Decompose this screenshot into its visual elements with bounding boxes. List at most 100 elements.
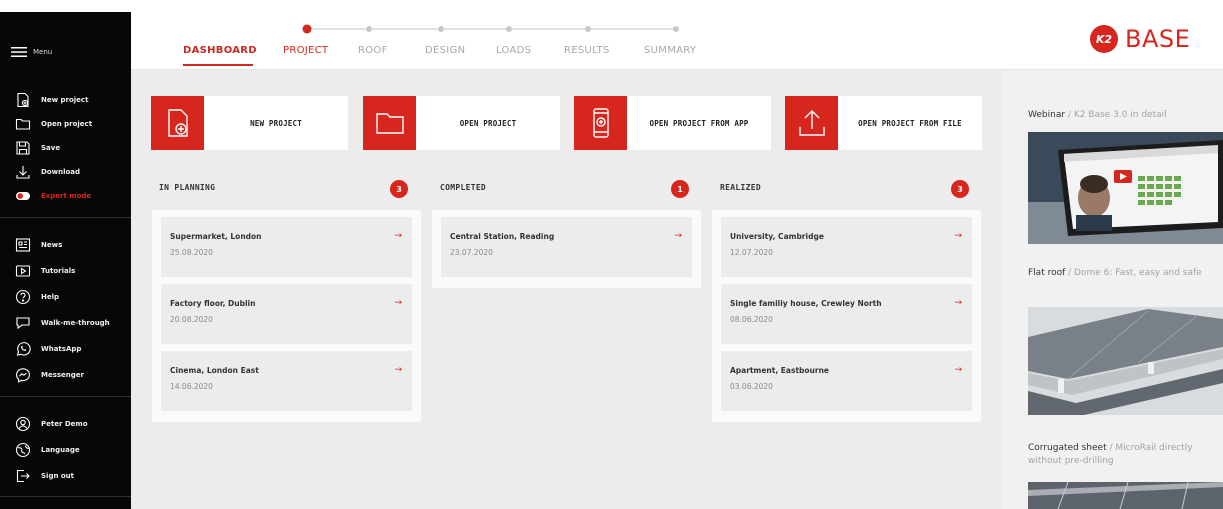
sidebar-item-expert-mode[interactable]: Expert mode — [15, 188, 91, 204]
arrow-right-icon: → — [954, 298, 962, 308]
project-name: Supermarket, London — [170, 232, 262, 241]
sidebar-item-user[interactable]: Peter Demo — [15, 416, 88, 432]
project-date: 20.08.2020 — [170, 315, 213, 324]
menu-label: Menu — [33, 48, 53, 56]
divider — [0, 396, 131, 397]
news-icon — [15, 238, 31, 252]
news-panel: Webinar / K2 Base 3.0 in detail Flat roo… — [1002, 70, 1223, 509]
sidebar-item-walk-me-through[interactable]: Walk-me-through — [15, 315, 110, 331]
corrugated-sheet-image — [1028, 482, 1223, 509]
sidebar-item-open-project[interactable]: Open project — [15, 116, 92, 132]
project-date: 14.06.2020 — [170, 382, 213, 391]
k2-logo-icon: K2 — [1090, 25, 1118, 53]
webinar-image — [1028, 132, 1223, 244]
project-date: 08.06.2020 — [730, 315, 773, 324]
action-label: OPEN PROJECT FROM APP — [649, 118, 749, 128]
user-icon — [15, 416, 31, 432]
column-completed: Central Station, Reading 23.07.2020 → — [432, 210, 701, 288]
sidebar-item-tutorials[interactable]: Tutorials — [15, 263, 75, 279]
news-subtitle: K2 Base 3.0 in detail — [1073, 110, 1167, 120]
sidebar-item-label: New project — [41, 96, 89, 104]
new-project-button[interactable]: NEW PROJECT — [151, 96, 348, 150]
project-date: 12.07.2020 — [730, 248, 773, 257]
news-item-flat-roof[interactable]: Flat roof / Dome 6: Fast, easy and safe — [1028, 267, 1202, 280]
tab-loads[interactable]: LOADS — [496, 45, 531, 56]
action-icon-box — [574, 96, 627, 150]
tab-dashboard[interactable]: DASHBOARD — [183, 45, 257, 56]
action-icon-box — [785, 96, 838, 150]
save-icon — [16, 141, 30, 155]
k2-base-logo[interactable]: K2 BASE — [1089, 24, 1190, 54]
sidebar-item-language[interactable]: Language — [15, 442, 80, 458]
project-date: 03.06.2020 — [730, 382, 773, 391]
news-item-corrugated-sheet[interactable]: Corrugated sheet / MicroRail directly wi… — [1028, 442, 1223, 468]
app: Menu New project Open project Save Downl… — [0, 0, 1223, 509]
column-realized: University, Cambridge 12.07.2020 → Singl… — [712, 210, 981, 422]
project-name: Apartment, Eastbourne — [730, 366, 830, 375]
help-icon — [15, 289, 31, 305]
sidebar-item-label: Open project — [41, 120, 93, 128]
sidebar-item-whatsapp[interactable]: WhatsApp — [15, 341, 81, 357]
project-card[interactable]: University, Cambridge 12.07.2020 → — [721, 217, 972, 277]
active-tab-indicator — [183, 64, 253, 66]
news-title: Webinar — [1028, 110, 1066, 120]
project-card[interactable]: Factory floor, Dublin 20.08.2020 → — [161, 284, 412, 344]
play-icon — [15, 265, 31, 277]
sidebar-item-label: Sign out — [41, 472, 75, 480]
arrow-right-icon: → — [394, 298, 402, 308]
news-item-webinar[interactable]: Webinar / K2 Base 3.0 in detail — [1028, 109, 1167, 122]
tab-summary[interactable]: SUMMARY — [644, 45, 696, 56]
sidebar-item-messenger[interactable]: Messenger — [15, 367, 84, 383]
sidebar-item-news[interactable]: News — [15, 237, 62, 253]
tab-results[interactable]: RESULTS — [564, 45, 610, 56]
tab-project[interactable]: PROJECT — [283, 45, 328, 56]
action-label: OPEN PROJECT FROM FILE — [858, 118, 962, 128]
sidebar-item-label: News — [41, 241, 63, 249]
sidebar-item-help[interactable]: Help — [15, 289, 59, 305]
sidebar-item-label: Expert mode — [41, 192, 92, 200]
sidebar-item-label: Language — [41, 446, 80, 454]
project-card[interactable]: Apartment, Eastbourne 03.06.2020 → — [721, 351, 972, 411]
project-card[interactable]: Central Station, Reading 23.07.2020 → — [441, 217, 692, 277]
count-badge: 3 — [951, 180, 969, 198]
step-dot-loads — [506, 26, 512, 32]
top-navigation: DASHBOARD PROJECT ROOF DESIGN LOADS RESU… — [131, 0, 1223, 70]
arrow-right-icon: → — [394, 231, 402, 241]
project-name: Factory floor, Dublin — [170, 299, 256, 308]
webinar-thumbnail[interactable] — [1028, 132, 1223, 244]
sidebar-item-save[interactable]: Save — [15, 140, 60, 156]
menu-button[interactable]: Menu — [11, 46, 52, 58]
open-project-from-file-button[interactable]: OPEN PROJECT FROM FILE — [785, 96, 982, 150]
whatsapp-icon — [16, 342, 31, 356]
news-subtitle: Dome 6: Fast, easy and safe — [1074, 268, 1202, 278]
sidebar-item-label: Walk-me-through — [41, 319, 110, 327]
sidebar-item-download[interactable]: Download — [15, 164, 80, 180]
tab-design[interactable]: DESIGN — [425, 45, 465, 56]
sidebar-item-sign-out[interactable]: Sign out — [15, 468, 74, 484]
project-card[interactable]: Supermarket, London 25.08.2020 → — [161, 217, 412, 277]
open-project-from-app-button[interactable]: OPEN PROJECT FROM APP — [574, 96, 771, 150]
sidebar-item-new-project[interactable]: New project — [15, 92, 88, 108]
tab-roof[interactable]: ROOF — [358, 45, 388, 56]
corrugated-sheet-thumbnail[interactable] — [1028, 482, 1223, 509]
action-icon-box — [363, 96, 416, 150]
flat-roof-thumbnail[interactable] — [1028, 307, 1223, 415]
project-card[interactable]: Cinema, London East 14.06.2020 → — [161, 351, 412, 411]
messenger-icon — [16, 368, 30, 383]
hamburger-icon — [11, 47, 27, 57]
logo-text: BASE — [1125, 25, 1191, 53]
globe-icon — [15, 442, 31, 458]
count-badge: 3 — [390, 180, 408, 198]
step-dot-project — [302, 24, 312, 34]
action-icon-box — [151, 96, 204, 150]
news-title: Flat roof — [1028, 268, 1066, 278]
news-title: Corrugated sheet — [1028, 443, 1107, 453]
toggle-icon — [16, 192, 30, 200]
project-card[interactable]: Single familiy house, Crewley North 08.0… — [721, 284, 972, 344]
column-in-planning: Supermarket, London 25.08.2020 → Factory… — [152, 210, 421, 422]
news-separator: / — [1065, 268, 1075, 278]
open-project-button[interactable]: OPEN PROJECT — [363, 96, 560, 150]
sidebar-item-label: Download — [41, 168, 81, 176]
project-name: Single familiy house, Crewley North — [730, 299, 882, 308]
arrow-right-icon: → — [954, 231, 962, 241]
